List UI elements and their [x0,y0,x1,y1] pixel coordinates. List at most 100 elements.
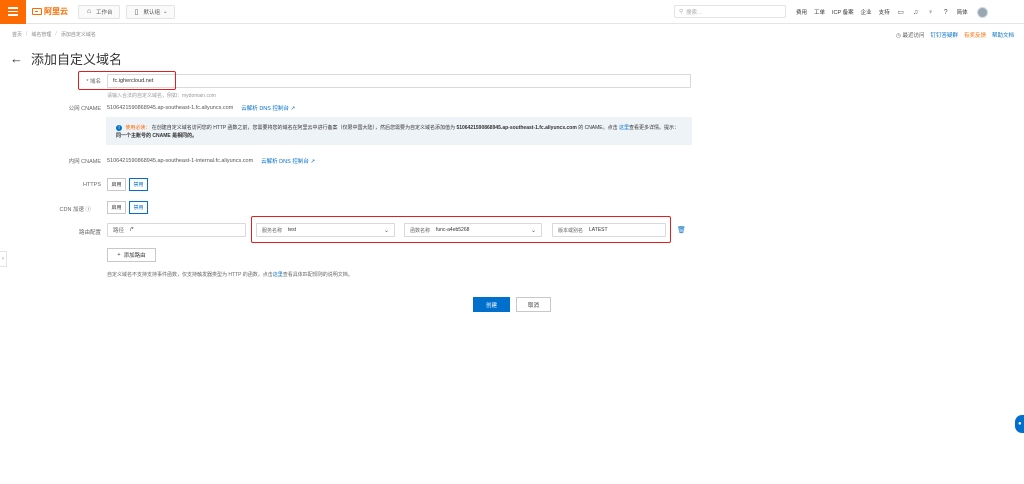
breadcrumb-domains[interactable]: 域名管理 [31,31,51,38]
service-key: 服务名称 [262,227,283,234]
domain-value: fc.ighercloud.net [113,78,154,84]
cdn-disable-button[interactable]: 禁用 [129,201,148,214]
chevron-down-icon: ⌄ [163,8,168,15]
support-link[interactable]: 支持 [879,8,890,16]
add-route-button[interactable]: + 添加路由 [107,248,156,262]
create-button[interactable]: 创建 [473,297,510,312]
cdn-enable-button[interactable]: 启用 [107,201,126,214]
menu-icon[interactable] [0,0,26,24]
help-icon[interactable]: ? [942,8,950,16]
usage-notice: i 使用必读： 在创建自定义域名访问您的 HTTP 函数之前，您需要将您的域名在… [106,117,692,145]
cancel-button[interactable]: 取消 [516,297,551,312]
info-icon: i [116,124,122,131]
chevron-down-icon: ⌄ [530,228,536,234]
external-link-icon: ↗ [290,106,296,112]
breadcrumb: 首页 / 域名管理 / 添加自定义域名 [12,31,96,38]
avatar[interactable] [976,6,988,18]
domain-label: * 域名 [86,79,101,85]
help-circle-icon[interactable]: ⓘ [85,207,91,213]
dingtalk-link[interactable]: 钉钉答疑群 [930,31,958,39]
notice-text-3: 查看更多详情。提示： [629,125,680,131]
recent-visits-link[interactable]: ◷ 最近访问 [896,31,924,39]
lightbulb-icon[interactable]: ♀ [927,8,935,16]
notice-cname-value: 5106421590868945.ap-southeast-1.fc.aliyu… [456,125,577,131]
floating-assistant-icon[interactable]: ● [1015,415,1024,433]
public-cname-value: 5106421590868945.ap-southeast-1.fc.aliyu… [107,105,234,111]
breadcrumb-separator: / [55,31,57,37]
domain-input[interactable]: fc.ighercloud.net [107,74,691,88]
footnote-here-link[interactable]: 这里 [273,272,283,278]
external-link-icon: ↗ [310,159,315,165]
bell-icon[interactable]: ♫ [912,8,920,16]
notice-here-link[interactable]: 这里 [619,125,629,131]
breadcrumb-current: 添加自定义域名 [60,32,96,38]
function-select[interactable]: 函数名称 func-a4eb5268 ⌄ [404,223,542,237]
language-switch[interactable]: 简体 [957,8,968,16]
internal-cname-value: 5106421590868945.ap-southeast-1-internal… [107,158,254,164]
sidebar-expand-handle[interactable]: › [0,251,7,267]
cdn-label-text: CDN 加速 [59,207,84,213]
notice-text-1: 在创建自定义域名访问您的 HTTP 函数之前，您需要将您的域名在阿里云中进行备案… [151,125,456,131]
public-dns-console-link[interactable]: 云解析 DNS 控制台 ↗ [241,104,295,112]
function-key: 函数名称 [410,227,431,234]
back-arrow-icon[interactable]: ← [10,51,23,66]
breadcrumb-separator: / [26,31,28,37]
version-key: 版本或别名 [558,227,584,234]
public-dns-link-text: 云解析 DNS 控制台 [241,106,289,112]
notice-title: 使用必读： [125,125,151,131]
internal-cname-label: 内网 CNAME [68,159,101,165]
aliyun-logo[interactable]: 阿里云 [32,6,68,17]
version-input[interactable]: 版本或别名 LATEST [552,223,666,237]
https-enable-button[interactable]: 启用 [107,178,126,191]
cdn-label: CDN 加速 ⓘ [11,205,92,213]
billing-link[interactable]: 费用 [796,8,807,16]
public-cname-row: 5106421590868945.ap-southeast-1.fc.aliyu… [107,104,295,112]
https-label: HTTPS [82,182,101,188]
page-title: 添加自定义域名 [31,52,123,67]
service-value: test [288,227,297,233]
breadcrumb-home[interactable]: 首页 [12,31,22,38]
internal-cname-row: 5106421590868945.ap-southeast-1-internal… [107,157,315,165]
https-disable-button[interactable]: 禁用 [129,178,148,191]
page-header: ← 添加自定义域名 [10,49,122,68]
tag-icon: ▯ [134,8,139,16]
domain-hint: 请输入合法的自定义域名，例如：mydomain.com [107,93,216,99]
version-value: LATEST [589,227,608,233]
public-cname-label: 公网 CNAME [68,106,101,112]
path-value: /* [130,227,134,233]
terminal-icon[interactable]: ▭ [897,8,905,16]
logo-mark-icon [32,8,42,15]
chevron-down-icon: ⌄ [383,228,389,234]
route-label: 路由配置 [78,230,101,236]
logo-text: 阿里云 [44,7,68,16]
top-right-links: 费用 工单 ICP 备案 企业 支持 ▭ ♫ ♀ ? 简体 [796,0,988,24]
search-icon: ⚲ [679,8,684,15]
route-footnote: 自定义域名不支持支持事件函数，仅支持触发器类型为 HTTP 的函数，点击这里查看… [107,271,353,278]
footnote-text-1: 自定义域名不支持支持事件函数，仅支持触发器类型为 HTTP 的函数，点击 [107,272,273,278]
feedback-link[interactable]: 有奖反馈 [964,31,986,39]
enterprise-link[interactable]: 企业 [861,8,872,16]
search-input[interactable]: ⚲ 搜索... [674,5,786,18]
workbench-label: 工作台 [96,9,113,16]
resource-group-selector[interactable]: ▯ 默认组 ⌄ [125,4,175,19]
https-toggle-group: 启用 禁用 [107,178,148,191]
route-path-input[interactable]: 路径 /* [107,223,246,237]
footnote-text-2: 查看具体匹配规则的说明文档。 [282,272,353,278]
resource-group-label: 默认组 [143,9,161,16]
cdn-toggle-group: 启用 禁用 [107,201,148,214]
search-placeholder: 搜索... [686,9,702,16]
plus-icon: + [117,252,121,258]
function-value: func-a4eb5268 [436,227,470,233]
notice-tip: 同一个主账号的 CNAME 是相同的。 [116,133,198,139]
help-links: ◷ 最近访问 钉钉答疑群 有奖反馈 帮助文档 [896,31,1014,39]
service-select[interactable]: 服务名称 test ⌄ [256,223,395,237]
workbench-button[interactable]: ⌂ 工作台 [78,4,120,19]
recent-label: 最近访问 [902,33,925,39]
trash-icon[interactable]: 🗑 [677,226,686,234]
internal-dns-console-link[interactable]: 云解析 DNS 控制台 ↗ [261,157,315,165]
ticket-link[interactable]: 工单 [814,8,825,16]
docs-link[interactable]: 帮助文档 [992,31,1014,39]
internal-dns-link-text: 云解析 DNS 控制台 [261,159,309,165]
notice-text-2: 的 CNAME。点击 [578,125,618,131]
icp-link[interactable]: ICP 备案 [832,8,854,16]
